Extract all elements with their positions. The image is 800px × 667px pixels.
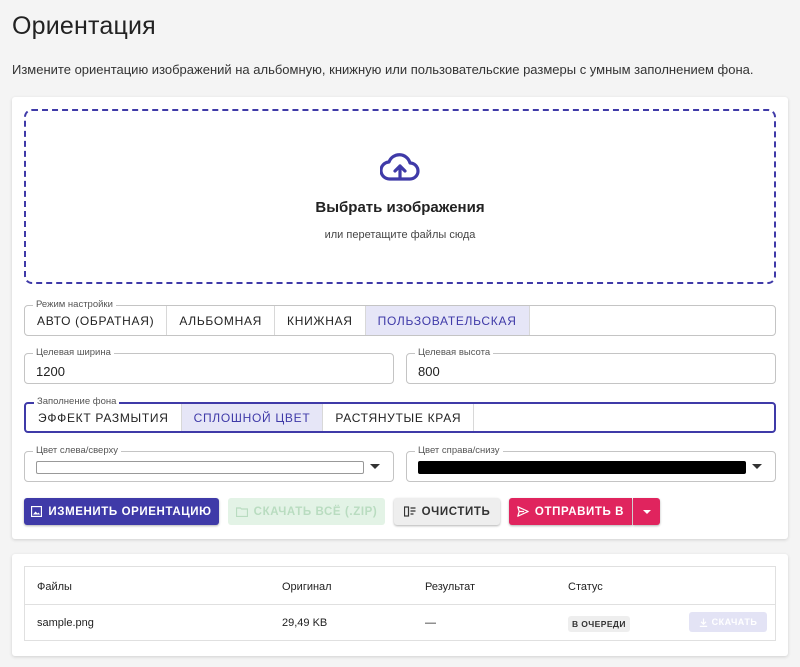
clear-list-icon bbox=[403, 506, 416, 517]
page-title: Ориентация bbox=[12, 12, 156, 40]
download-all-button-label: СКАЧАТЬ ВСЁ (.ZIP) bbox=[253, 505, 378, 518]
image-icon bbox=[31, 506, 43, 517]
fill-option-stretch[interactable]: РАСТЯНУТЫЕ КРАЯ bbox=[323, 404, 475, 431]
file-name: sample.png bbox=[37, 617, 94, 629]
mode-option-landscape[interactable]: АЛЬБОМНАЯ bbox=[167, 306, 276, 335]
folder-zip-icon bbox=[235, 506, 248, 517]
send-icon bbox=[517, 506, 529, 517]
page-description: Измените ориентацию изображений на альбо… bbox=[12, 62, 754, 77]
download-all-button[interactable]: СКАЧАТЬ ВСЁ (.ZIP) bbox=[228, 498, 385, 525]
files-card: Файлы Оригинал Результат Статус sample.p… bbox=[12, 554, 788, 656]
download-icon bbox=[699, 618, 707, 627]
mode-option-portrait[interactable]: КНИЖНАЯ bbox=[275, 306, 366, 335]
clear-button[interactable]: ОЧИСТИТЬ bbox=[394, 498, 500, 525]
send-to-menu-button[interactable] bbox=[633, 498, 660, 525]
mode-toggle-group: АВТО (ОБРАТНАЯ) АЛЬБОМНАЯ КНИЖНАЯ ПОЛЬЗО… bbox=[24, 299, 776, 336]
cloud-upload-icon bbox=[380, 153, 420, 181]
dropzone-subtitle: или перетащите файлы сюда bbox=[324, 229, 476, 241]
rotate-button-label: ИЗМЕНИТЬ ОРИЕНТАЦИЮ bbox=[48, 505, 212, 518]
target-height-field[interactable]: Целевая высота 800 bbox=[406, 347, 776, 384]
file-dropzone[interactable]: Выбрать изображения или перетащите файлы… bbox=[24, 109, 776, 284]
color-left-label: Цвет слева/сверху bbox=[33, 445, 122, 457]
fill-option-solid[interactable]: СПЛОШНОЙ ЦВЕТ bbox=[181, 404, 324, 431]
rotate-button[interactable]: ИЗМЕНИТЬ ОРИЕНТАЦИЮ bbox=[24, 498, 219, 525]
send-to-button-label: ОТПРАВИТЬ В bbox=[534, 505, 625, 518]
result-size: — bbox=[425, 617, 436, 629]
color-right-swatch bbox=[418, 461, 746, 474]
color-right-label: Цвет справа/снизу bbox=[415, 445, 503, 457]
chevron-down-icon[interactable] bbox=[752, 464, 762, 469]
target-width-value[interactable]: 1200 bbox=[36, 364, 65, 379]
fill-legend: Заполнение фона bbox=[34, 396, 120, 408]
clear-button-label: ОЧИСТИТЬ bbox=[421, 505, 491, 518]
dropzone-title: Выбрать изображения bbox=[315, 199, 485, 216]
files-table: Файлы Оригинал Результат Статус sample.p… bbox=[24, 566, 776, 641]
mode-option-custom[interactable]: ПОЛЬЗОВАТЕЛЬСКАЯ bbox=[365, 306, 530, 335]
column-header-status: Статус bbox=[568, 581, 603, 593]
table-divider bbox=[25, 604, 775, 605]
send-to-button[interactable]: ОТПРАВИТЬ В bbox=[509, 498, 632, 525]
fill-toggle-group: ЭФФЕКТ РАЗМЫТИЯ СПЛОШНОЙ ЦВЕТ РАСТЯНУТЫЕ… bbox=[24, 396, 776, 433]
column-header-files: Файлы bbox=[37, 581, 72, 593]
settings-card: Выбрать изображения или перетащите файлы… bbox=[12, 97, 788, 539]
column-header-original: Оригинал bbox=[282, 581, 332, 593]
color-right-select[interactable]: Цвет справа/снизу bbox=[406, 445, 776, 482]
chevron-down-icon[interactable] bbox=[370, 464, 380, 469]
target-height-value[interactable]: 800 bbox=[418, 364, 440, 379]
download-button[interactable]: СКАЧАТЬ bbox=[689, 612, 767, 632]
fill-option-blur[interactable]: ЭФФЕКТ РАЗМЫТИЯ bbox=[26, 404, 182, 431]
color-left-swatch bbox=[36, 461, 364, 474]
target-width-field[interactable]: Целевая ширина 1200 bbox=[24, 347, 394, 384]
download-button-label: СКАЧАТЬ bbox=[711, 617, 758, 627]
color-left-select[interactable]: Цвет слева/сверху bbox=[24, 445, 394, 482]
target-width-label: Целевая ширина bbox=[33, 347, 114, 359]
column-header-result: Результат bbox=[425, 581, 476, 593]
original-size: 29,49 KB bbox=[282, 617, 328, 629]
chevron-down-icon bbox=[642, 509, 651, 514]
target-height-label: Целевая высота bbox=[415, 347, 494, 359]
status-badge: В ОЧЕРЕДИ bbox=[568, 616, 630, 632]
mode-legend: Режим настройки bbox=[33, 299, 116, 311]
